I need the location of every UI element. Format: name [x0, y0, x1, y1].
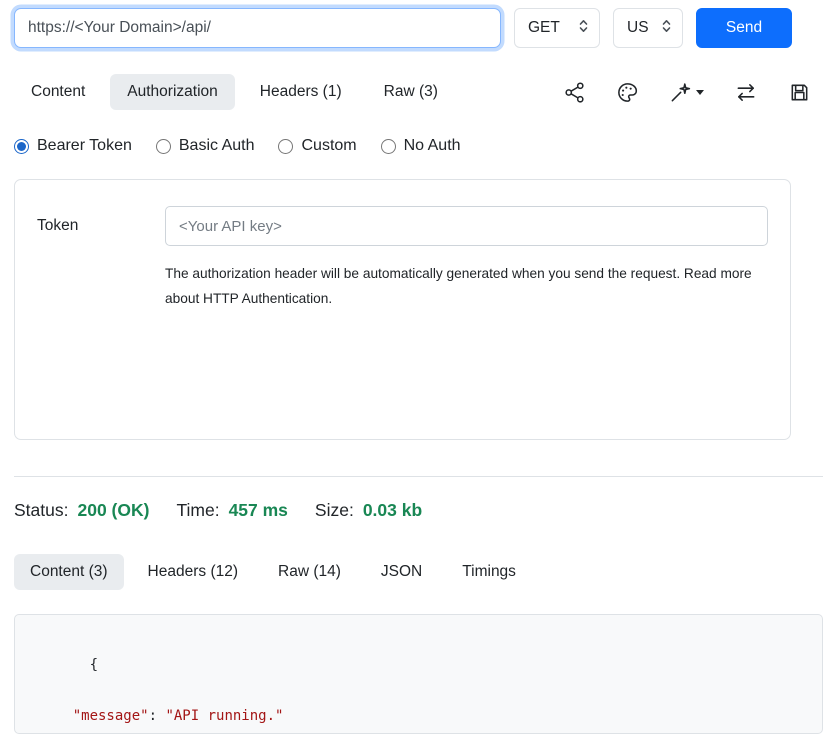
- radio-custom[interactable]: Custom: [278, 137, 356, 155]
- section-divider: [14, 476, 823, 477]
- magic-wand-icon[interactable]: [669, 81, 704, 104]
- status-group: Status: 200 (OK): [14, 500, 149, 521]
- tab-content[interactable]: Content: [14, 74, 102, 110]
- json-separator: :: [149, 708, 166, 724]
- size-label: Size:: [315, 500, 354, 521]
- share-icon[interactable]: [563, 81, 586, 104]
- chevron-down-icon: [696, 90, 704, 95]
- radio-label: Basic Auth: [179, 137, 255, 155]
- token-help-text: The authorization header will be automat…: [165, 261, 753, 312]
- time-label: Time:: [176, 500, 219, 521]
- response-body-panel[interactable]: { "message": "API running." }: [14, 614, 823, 734]
- tab-headers[interactable]: Headers (1): [243, 74, 359, 110]
- response-tabs: Content (3) Headers (12) Raw (14) JSON T…: [14, 554, 823, 590]
- status-value: 200 (OK): [77, 500, 149, 521]
- size-group: Size: 0.03 kb: [315, 500, 422, 521]
- api-client-page: GET US Send Content Authorization Header…: [0, 0, 837, 734]
- json-key: "message": [73, 708, 149, 724]
- bearer-token-panel: Token The authorization header will be a…: [14, 179, 791, 440]
- radio-bearer-token[interactable]: Bearer Token: [14, 137, 132, 155]
- swap-arrows-icon[interactable]: [734, 81, 758, 104]
- updown-chevron-icon: [577, 17, 590, 40]
- time-group: Time: 457 ms: [176, 500, 287, 521]
- status-label: Status:: [14, 500, 68, 521]
- radio-unselected-icon: [381, 139, 396, 154]
- radio-unselected-icon: [278, 139, 293, 154]
- json-value: "API running.": [165, 708, 283, 724]
- updown-chevron-icon: [660, 17, 673, 40]
- response-status-row: Status: 200 (OK) Time: 457 ms Size: 0.03…: [14, 500, 823, 521]
- region-select[interactable]: US: [613, 8, 683, 48]
- resp-tab-json[interactable]: JSON: [365, 554, 438, 590]
- size-value: 0.03 kb: [363, 500, 422, 521]
- resp-tab-headers[interactable]: Headers (12): [132, 554, 254, 590]
- resp-tab-content[interactable]: Content (3): [14, 554, 124, 590]
- json-indent: [39, 708, 73, 724]
- time-value: 457 ms: [229, 500, 288, 521]
- json-line: "message": "API running.": [39, 704, 798, 750]
- radio-no-auth[interactable]: No Auth: [381, 137, 461, 155]
- json-brace-open: {: [90, 657, 98, 673]
- tab-raw[interactable]: Raw (3): [367, 74, 455, 110]
- palette-icon[interactable]: [616, 81, 639, 104]
- resp-tab-raw[interactable]: Raw (14): [262, 554, 357, 590]
- radio-selected-icon: [14, 139, 29, 154]
- save-icon[interactable]: [788, 81, 811, 104]
- radio-label: Custom: [301, 137, 356, 155]
- request-bar: GET US Send: [14, 8, 823, 48]
- resp-tab-timings[interactable]: Timings: [446, 554, 532, 590]
- send-button[interactable]: Send: [696, 8, 792, 48]
- region-select-value: US: [627, 19, 649, 37]
- url-input[interactable]: [14, 8, 501, 48]
- tab-authorization[interactable]: Authorization: [110, 74, 234, 110]
- json-line: {: [39, 628, 798, 704]
- radio-label: Bearer Token: [37, 137, 132, 155]
- method-select[interactable]: GET: [514, 8, 600, 48]
- method-select-value: GET: [528, 19, 560, 37]
- token-label: Token: [37, 217, 165, 235]
- token-input[interactable]: [165, 206, 768, 246]
- request-tabs: Content Authorization Headers (1) Raw (3…: [14, 74, 823, 110]
- auth-type-options: Bearer Token Basic Auth Custom No Auth: [14, 137, 823, 155]
- radio-label: No Auth: [404, 137, 461, 155]
- token-row: Token: [37, 206, 768, 246]
- request-toolbar: [563, 81, 823, 104]
- radio-unselected-icon: [156, 139, 171, 154]
- radio-basic-auth[interactable]: Basic Auth: [156, 137, 255, 155]
